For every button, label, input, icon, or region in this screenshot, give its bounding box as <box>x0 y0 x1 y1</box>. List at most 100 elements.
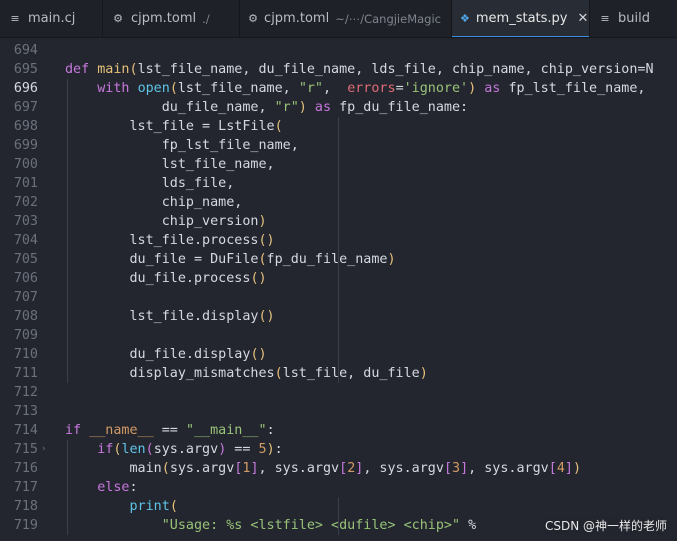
line-number: 694 <box>13 43 38 58</box>
code-token: len <box>121 442 146 457</box>
code-token: print <box>129 499 170 514</box>
code-token: ] <box>460 461 469 476</box>
line-number: 714 <box>13 423 38 438</box>
code-line[interactable]: 697 du_file_name, "r") as fp_du_file_nam… <box>0 98 677 117</box>
code-token: = <box>395 81 404 96</box>
code-token: errors <box>347 81 396 96</box>
line-number: 710 <box>13 347 38 362</box>
code-token: ( <box>145 442 154 457</box>
line-number: 712 <box>13 385 38 400</box>
code-token: () <box>250 271 267 286</box>
indent-guide <box>337 497 339 535</box>
code-token: lst_file_name, <box>177 81 299 96</box>
code-line[interactable]: 714 if __name__ == "__main__": <box>0 421 677 440</box>
code-token: lds_file, <box>65 176 235 191</box>
code-token: __name__ <box>89 423 154 438</box>
code-token: : <box>266 423 275 438</box>
code-text: lds_file, <box>65 174 235 193</box>
code-line[interactable]: 694 <box>0 41 677 60</box>
code-text: chip_version) <box>65 212 267 231</box>
code-token: 4 <box>556 461 565 476</box>
line-number: 715 <box>13 442 38 457</box>
close-icon[interactable]: ✕ <box>577 11 588 26</box>
line-number: 709 <box>13 328 38 343</box>
list-icon: ≡ <box>600 12 610 25</box>
code-token: ( <box>169 81 178 96</box>
code-token: ) <box>572 461 581 476</box>
code-token: () <box>258 309 275 324</box>
tab-path: ./ <box>202 11 210 26</box>
line-number: 718 <box>13 499 38 514</box>
tab-label: mem_stats.py <box>475 11 568 26</box>
code-token: , sys.argv <box>258 461 340 476</box>
code-token: lst_file, du_file <box>282 366 420 381</box>
tab-cjpm-toml[interactable]: ⚙ cjpm.toml ~/⋯/CangjieMagic <box>240 0 452 37</box>
code-token: ] <box>250 461 259 476</box>
code-token: lst_file_name, <box>65 157 275 172</box>
code-token: if <box>97 442 114 457</box>
tab-mem-stats-py[interactable]: ❖ mem_stats.py ✕ <box>452 0 590 37</box>
line-number: 707 <box>13 290 38 305</box>
code-text: if __name__ == "__main__": <box>65 421 275 440</box>
code-token: if <box>65 423 90 438</box>
code-text: lst_file = LstFile( <box>65 117 282 136</box>
line-number: 719 <box>13 518 38 533</box>
indent-guide <box>67 79 68 383</box>
code-token: lst_file.process <box>65 233 259 248</box>
code-token: ) <box>387 252 396 267</box>
line-number: 696 <box>13 81 38 96</box>
code-token: "r" <box>274 100 299 115</box>
code-text: lst_file.display() <box>65 307 275 326</box>
tab-label: main.cj <box>28 11 76 26</box>
code-line[interactable]: 712 <box>0 383 677 402</box>
code-token: open <box>137 81 170 96</box>
line-number: 706 <box>13 271 38 286</box>
code-text: print( <box>65 497 178 516</box>
code-line[interactable]: 696 with open(lst_file_name, "r", errors… <box>0 79 677 98</box>
fold-chevron-icon[interactable]: › <box>41 440 49 459</box>
code-line[interactable]: 695 def main(lst_file_name, du_file_name,… <box>0 60 677 79</box>
code-line[interactable]: 713 <box>0 402 677 421</box>
tab-main-cj[interactable]: ≡ main.cj <box>0 0 103 37</box>
code-token: 5 <box>258 442 267 457</box>
code-text: main(sys.argv[1], sys.argv[2], sys.argv[… <box>65 459 581 478</box>
code-token: () <box>258 233 275 248</box>
code-text: lst_file.process() <box>65 231 275 250</box>
watermark: CSDN @神一样的老师 <box>542 516 669 535</box>
code-token: ) <box>266 442 275 457</box>
indent-guide <box>337 231 339 383</box>
code-token: def <box>65 62 98 77</box>
code-token: ] <box>564 461 573 476</box>
code-token: with <box>97 81 138 96</box>
code-text: with open(lst_file_name, "r", errors='ig… <box>65 79 645 98</box>
code-token: main <box>65 461 162 476</box>
code-token: ( <box>161 461 170 476</box>
python-icon: ❖ <box>460 12 470 25</box>
code-token: du_file.process <box>65 271 251 286</box>
tab-bar: ≡ main.cj ⚙ cjpm.toml ./ ⚙ cjpm.toml ~/⋯/Cangji… <box>0 0 677 38</box>
code-token: lst_file.display <box>65 309 259 324</box>
code-token: chip_version <box>65 214 259 229</box>
code-text: display_mismatches(lst_file, du_file) <box>65 364 427 383</box>
tab-build[interactable]: ≡ build <box>590 0 677 37</box>
line-number: 698 <box>13 119 38 134</box>
code-editor[interactable]: 694 695 def main(lst_file_name, du_file_na… <box>0 38 677 541</box>
code-line[interactable]: 716 main(sys.argv[1], sys.argv[2], sys.a… <box>0 459 677 478</box>
code-token: as <box>306 100 340 115</box>
code-line[interactable]: 715 if(len(sys.argv) == 5): <box>0 440 677 459</box>
code-token: ) <box>298 100 307 115</box>
tab-cjpm-toml[interactable]: ⚙ cjpm.toml ./ <box>103 0 240 37</box>
code-token: lst_file = LstFile <box>65 119 275 134</box>
list-icon: ≡ <box>10 12 20 25</box>
tab-path: ~/⋯/CangjieMagic <box>335 11 441 26</box>
line-number: 695 <box>13 62 38 77</box>
code-token: else <box>97 480 130 495</box>
tab-label: cjpm.toml <box>131 11 197 26</box>
tab-label: cjpm.toml <box>264 11 330 26</box>
code-line[interactable]: 717 else: <box>0 478 677 497</box>
line-number: 700 <box>13 157 38 172</box>
code-token: ( <box>169 499 178 514</box>
